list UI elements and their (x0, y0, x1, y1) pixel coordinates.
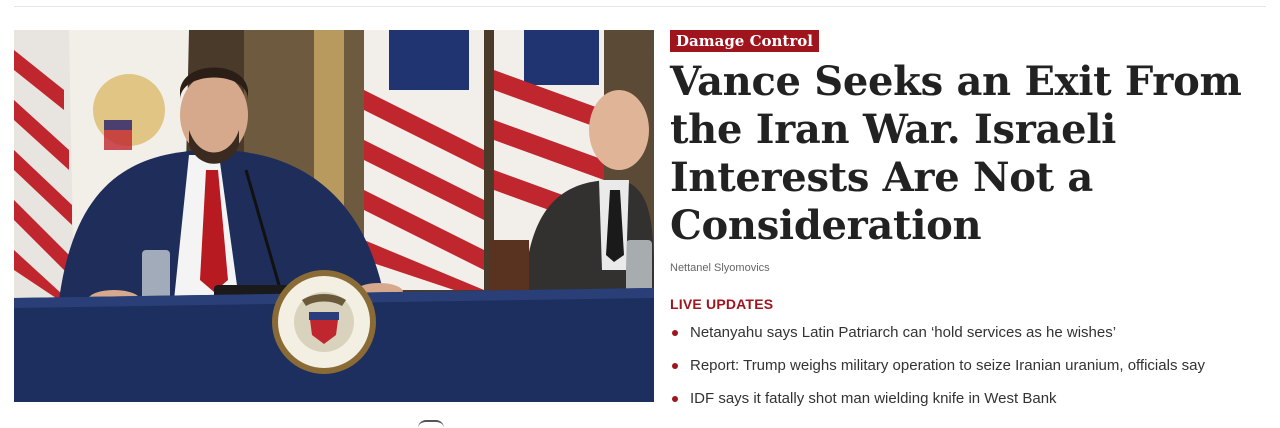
author-link[interactable]: Nettanel Slyomovics (670, 262, 770, 274)
live-updates-list: Netanyahu says Latin Patriarch can ‘hold… (670, 322, 1266, 421)
hero-photo (14, 30, 654, 402)
live-updates-label: LIVE UPDATES (670, 296, 774, 312)
section-kicker[interactable]: Damage Control (670, 30, 819, 52)
bullet-icon (672, 396, 678, 402)
live-update-link[interactable]: Netanyahu says Latin Patriarch can ‘hold… (690, 324, 1116, 341)
us-flag-center (364, 30, 484, 290)
list-item: Netanyahu says Latin Patriarch can ‘hold… (670, 322, 1266, 355)
hero-image[interactable] (14, 30, 654, 402)
carousel-indicator-icon (418, 420, 444, 428)
headline-link[interactable]: Vance Seeks an Exit From the Iran War. I… (670, 58, 1242, 249)
vp-seal (272, 270, 376, 374)
live-update-link[interactable]: Report: Trump weighs military operation … (690, 357, 1205, 374)
top-divider (14, 6, 1266, 7)
live-update-link[interactable]: IDF says it fatally shot man wielding kn… (690, 390, 1057, 407)
bullet-icon (672, 330, 678, 336)
article-content: Damage Control Vance Seeks an Exit From … (670, 30, 1266, 421)
list-item: IDF says it fatally shot man wielding kn… (670, 388, 1266, 421)
list-item: Report: Trump weighs military operation … (670, 355, 1266, 388)
bullet-icon (672, 363, 678, 369)
article-headline: Vance Seeks an Exit From the Iran War. I… (670, 58, 1266, 250)
byline: Nettanel Slyomovics (670, 262, 1266, 274)
